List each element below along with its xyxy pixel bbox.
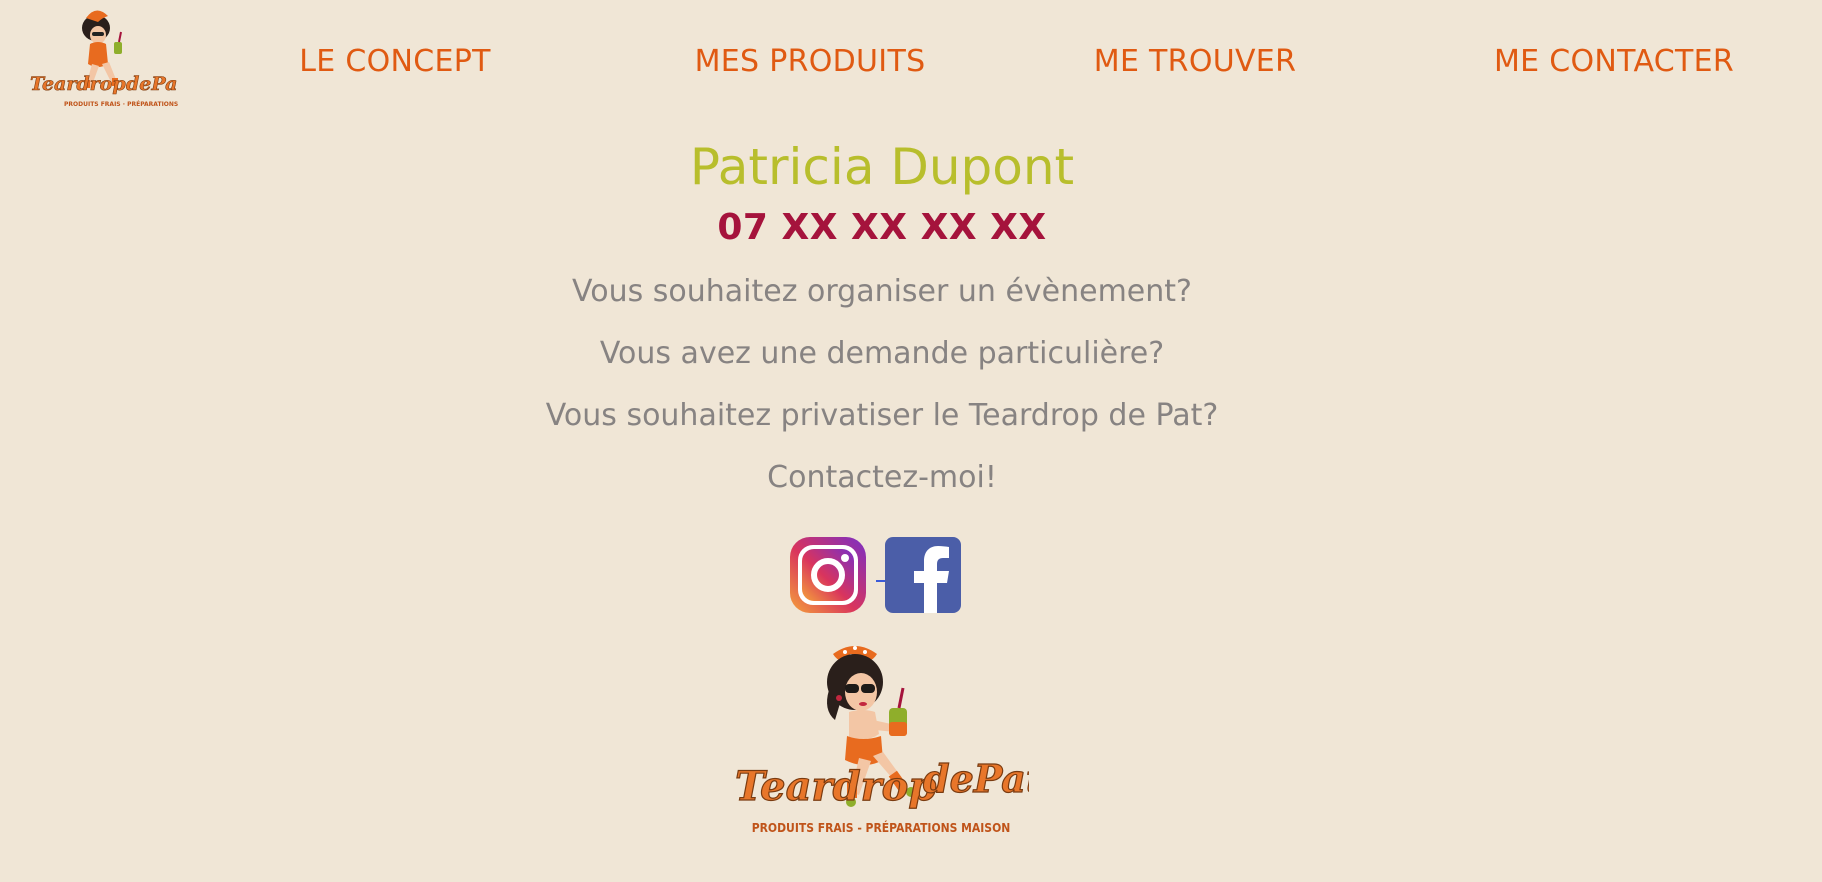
teardrop-logo-large: Teardrop dePat PRODUITS FRAIS - PRÉPARAT… (734, 646, 1029, 835)
instagram-link[interactable] (790, 537, 866, 613)
logo-title: Teardrop (735, 763, 936, 810)
nav-mes-produits[interactable]: MES PRODUITS (695, 44, 926, 79)
site-header: Teardrop dePat PRODUITS FRAIS · PRÉPARAT… (0, 0, 1822, 125)
nav-le-concept[interactable]: LE CONCEPT (299, 44, 491, 79)
svg-text:dePat: dePat (126, 73, 178, 95)
contact-phone: 07 XX XX XX XX (717, 207, 1047, 248)
svg-text:Teardrop: Teardrop (30, 73, 126, 95)
nav-me-contacter[interactable]: ME CONTACTER (1494, 44, 1734, 79)
facebook-icon (885, 537, 961, 613)
social-links (790, 537, 962, 613)
nav-me-trouver[interactable]: ME TROUVER (1094, 44, 1296, 79)
facebook-link[interactable] (885, 537, 961, 613)
contact-line-request: Vous avez une demande particulière? (599, 336, 1165, 371)
svg-text:PRODUITS FRAIS · PRÉPARATIONS: PRODUITS FRAIS · PRÉPARATIONS MAISON (64, 100, 178, 108)
logo-tagline: PRODUITS FRAIS - PRÉPARATIONS MAISON (752, 820, 1011, 835)
teardrop-logo-small[interactable]: Teardrop dePat PRODUITS FRAIS · PRÉPARAT… (28, 6, 178, 114)
contact-line-event: Vous souhaitez organiser un évènement? (572, 274, 1192, 309)
svg-text:dePat: dePat (923, 756, 1029, 801)
instagram-icon (790, 537, 866, 613)
contact-name: Patricia Dupont (689, 138, 1075, 196)
contact-line-cta: Contactez-moi! (767, 460, 997, 495)
contact-line-privatize: Vous souhaitez privatiser le Teardrop de… (545, 398, 1219, 433)
